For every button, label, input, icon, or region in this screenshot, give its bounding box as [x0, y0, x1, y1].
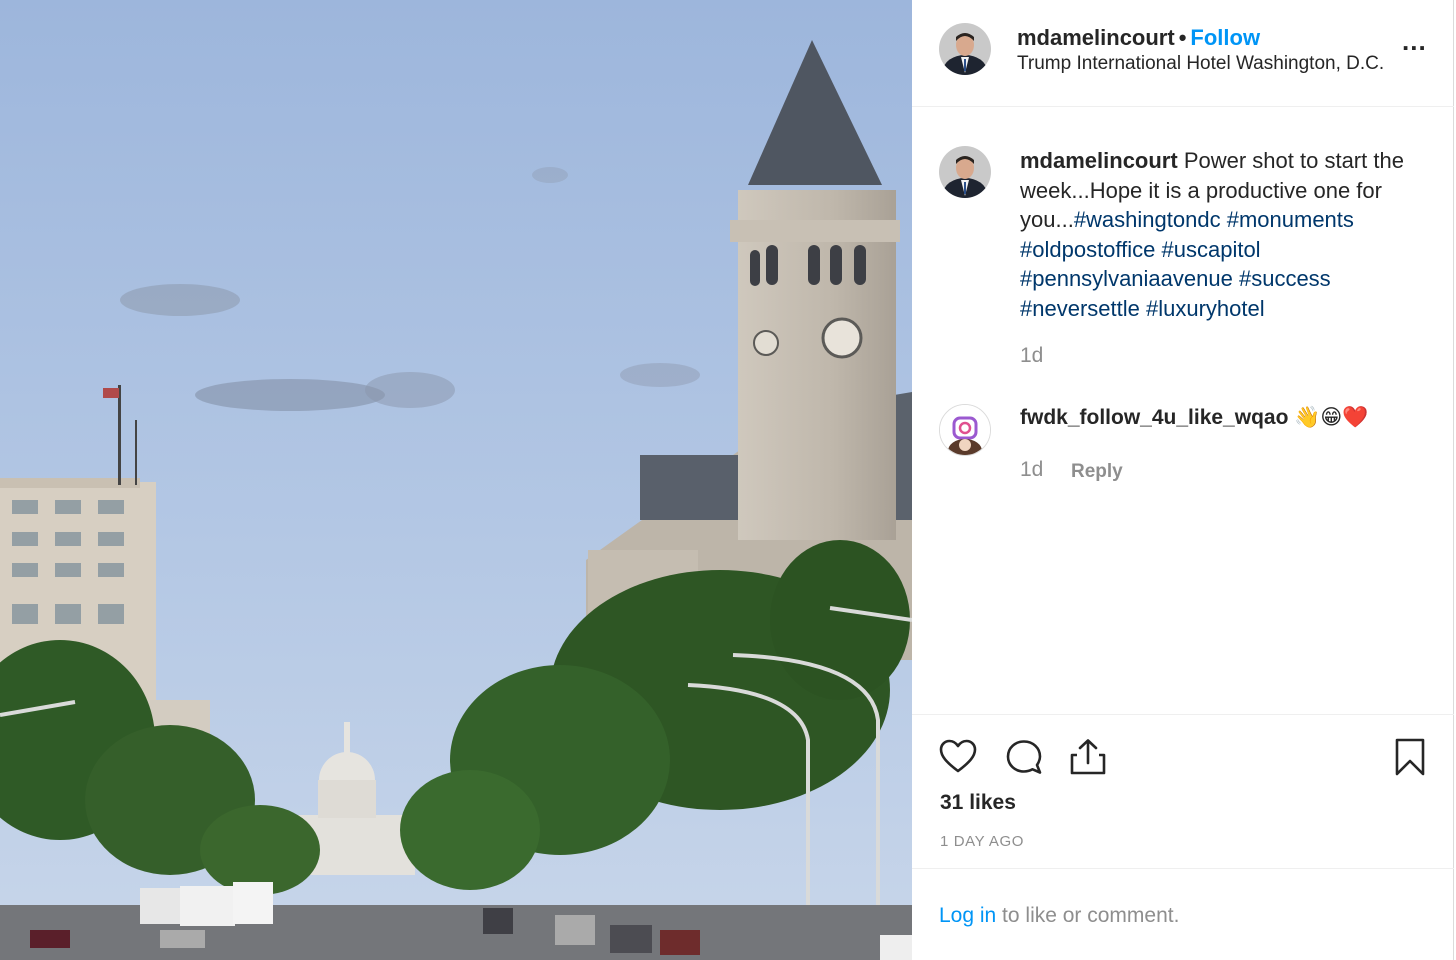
login-text: Log in to like or comment.: [939, 904, 1179, 928]
reply-button[interactable]: Reply: [1071, 461, 1123, 483]
hashtag[interactable]: #luxuryhotel: [1146, 296, 1265, 321]
post-photo[interactable]: [0, 0, 912, 960]
caption-username[interactable]: mdamelincourt: [1020, 148, 1178, 173]
comments-section: mdamelincourt Power shot to start the we…: [912, 108, 1454, 714]
post-location[interactable]: Trump International Hotel Washington, D.…: [1017, 53, 1384, 75]
likes-count[interactable]: 31 likes: [940, 791, 1016, 815]
login-suffix: to like or comment.: [996, 904, 1180, 927]
post-sidebar: mdamelincourt • Follow Trump International…: [912, 0, 1454, 960]
heart-icon[interactable]: [938, 737, 978, 777]
caption-avatar-image: [939, 146, 991, 198]
hashtag[interactable]: #neversettle: [1020, 296, 1140, 321]
caption-timestamp[interactable]: 1d: [1020, 344, 1043, 368]
post-header: mdamelincourt • Follow Trump International…: [912, 0, 1454, 107]
hashtag[interactable]: #monuments: [1227, 207, 1354, 232]
hashtag[interactable]: #washingtondc: [1074, 207, 1221, 232]
post-age[interactable]: 1 DAY AGO: [940, 833, 1024, 850]
commenter-avatar[interactable]: [939, 404, 991, 456]
caption-text: mdamelincourt Power shot to start the we…: [1020, 146, 1440, 323]
follow-button[interactable]: Follow: [1190, 25, 1260, 50]
washington-street-photo: [0, 0, 912, 960]
bookmark-icon[interactable]: [1390, 737, 1430, 777]
post-actions: 31 likes 1 DAY AGO: [912, 714, 1454, 868]
comment-text: fwdk_follow_4u_like_wqao 👋😁❤️: [1020, 405, 1368, 430]
comment-icon[interactable]: [1004, 737, 1044, 777]
login-prompt: Log in to like or comment.: [912, 868, 1454, 960]
caption-author-avatar[interactable]: [939, 146, 991, 198]
comment-timestamp[interactable]: 1d: [1020, 458, 1043, 482]
author-avatar[interactable]: [939, 23, 991, 75]
commenter-username[interactable]: fwdk_follow_4u_like_wqao: [1020, 406, 1288, 429]
share-icon[interactable]: [1068, 737, 1108, 777]
hashtag[interactable]: #success: [1239, 266, 1331, 291]
separator-dot: •: [1178, 25, 1187, 50]
more-options-icon[interactable]: ...: [1402, 28, 1427, 54]
hashtag[interactable]: #uscapitol: [1162, 237, 1261, 262]
author-username[interactable]: mdamelincourt: [1017, 25, 1175, 50]
login-link[interactable]: Log in: [939, 904, 996, 927]
post-author-line: mdamelincourt • Follow: [1017, 25, 1260, 51]
comment-body: 👋😁❤️: [1294, 406, 1369, 429]
hashtag[interactable]: #oldpostoffice: [1020, 237, 1155, 262]
author-avatar-image: [939, 23, 991, 75]
commenter-avatar-image: [940, 405, 990, 455]
hashtag[interactable]: #pennsylvaniaavenue: [1020, 266, 1233, 291]
